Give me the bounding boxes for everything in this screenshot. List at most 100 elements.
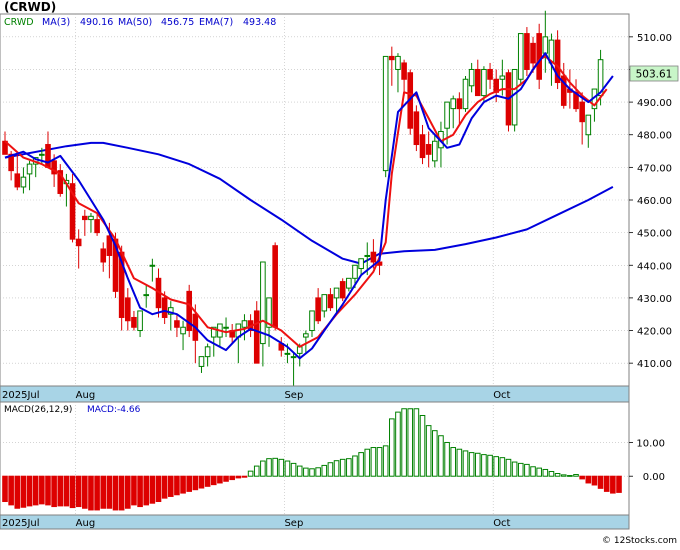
last-price-badge: 503.61: [629, 65, 679, 82]
candle-body: [204, 346, 211, 358]
macd-bar: [517, 462, 524, 477]
candle: [524, 27, 530, 76]
candle-body: [82, 215, 88, 221]
macd-bar: [450, 447, 457, 477]
macd-bar: [143, 475, 150, 506]
candle-body: [290, 356, 297, 359]
candle-body: [585, 114, 592, 136]
candle-body: [481, 68, 487, 97]
price-x-label: Aug: [76, 390, 96, 401]
candle-body: [296, 346, 303, 354]
macd-bar: [591, 475, 598, 486]
macd-bar: [51, 475, 57, 508]
macd-bar: [603, 475, 610, 492]
macd-bar: [395, 411, 401, 477]
macd-bar: [376, 447, 383, 477]
candle-body: [499, 75, 506, 80]
macd-bar: [155, 475, 162, 503]
macd-bar: [462, 450, 469, 477]
macd-bar: [32, 475, 39, 506]
macd-bar: [8, 475, 14, 506]
macd-bar: [530, 466, 536, 477]
macd-bar: [223, 475, 229, 482]
candle-body: [260, 261, 266, 345]
macd-bar: [266, 458, 272, 477]
candle: [339, 278, 346, 302]
macd-label: MACD(26,12,9): [4, 405, 72, 415]
macd-bar: [536, 467, 542, 477]
macd-bar: [425, 425, 432, 477]
macd-bar: [284, 460, 291, 477]
candle-body: [524, 33, 530, 70]
macd-bar: [579, 475, 585, 480]
macd-tick-label: 0.00: [643, 472, 665, 483]
candle-body: [14, 173, 21, 188]
macd-bar: [88, 475, 94, 511]
macd-bar: [346, 458, 352, 477]
candle: [517, 33, 524, 86]
price-x-label: 2025Jul: [2, 390, 40, 401]
footer-credit: © 12Stocks.com: [602, 536, 677, 546]
candle: [69, 173, 76, 243]
macd-bar: [167, 475, 174, 497]
candle: [382, 55, 389, 178]
macd-bar: [26, 475, 33, 507]
price-tick-label: 420.00: [637, 327, 672, 338]
candle: [505, 69, 512, 132]
candle-body: [272, 245, 278, 328]
price-tick-label: 470.00: [637, 163, 672, 174]
macd-bar: [180, 475, 186, 494]
macd-bar: [474, 452, 481, 477]
macd-bar: [210, 475, 217, 486]
macd-bar: [186, 475, 192, 492]
price-x-label: Sep: [284, 390, 303, 401]
macd-bar: [39, 475, 45, 505]
candle-body: [143, 294, 150, 297]
macd-bar: [241, 475, 248, 478]
candle-body: [511, 68, 518, 126]
legend-ticker: CRWD: [4, 17, 34, 28]
candle-body: [450, 98, 457, 110]
macd-x-label: 2025Jul: [2, 518, 40, 529]
candle-body: [536, 33, 542, 80]
candle: [413, 105, 420, 152]
candle-body: [333, 287, 340, 299]
legend-ma3-value: 490.16: [80, 17, 113, 28]
macd-bar: [131, 475, 137, 506]
candle-body: [401, 62, 407, 80]
candle-body: [241, 320, 248, 328]
macd-bar: [161, 475, 168, 499]
macd-bar: [100, 475, 107, 509]
candle-body: [389, 55, 395, 61]
macd-bar: [413, 408, 420, 477]
macd-bar: [493, 456, 499, 477]
candle-body: [339, 281, 346, 299]
macd-bar: [407, 408, 414, 477]
macd-bar: [432, 430, 438, 477]
candle-body: [395, 55, 401, 70]
macd-bar: [401, 408, 407, 477]
macd-bar: [505, 458, 512, 477]
candle: [536, 23, 542, 90]
macd-bar: [174, 475, 180, 496]
candle-body: [303, 333, 309, 338]
candle-body: [315, 297, 321, 322]
macd-bar: [296, 465, 303, 477]
macd-bar: [309, 468, 315, 477]
macd-bar: [57, 475, 64, 507]
candle-body: [125, 297, 131, 322]
macd-bar: [149, 475, 156, 504]
candle-body: [137, 310, 143, 332]
macd-bar: [511, 461, 518, 477]
candle-body: [382, 55, 389, 172]
candle-body: [198, 356, 205, 367]
candle-body: [444, 101, 450, 129]
price-tick-label: 440.00: [637, 261, 672, 272]
macd-bar: [524, 463, 530, 477]
macd-bar: [69, 475, 76, 509]
candle-body: [149, 264, 156, 267]
candle-body: [45, 144, 51, 168]
macd-bar: [358, 452, 364, 477]
candle-body: [106, 235, 113, 256]
candle-body: [413, 111, 420, 146]
